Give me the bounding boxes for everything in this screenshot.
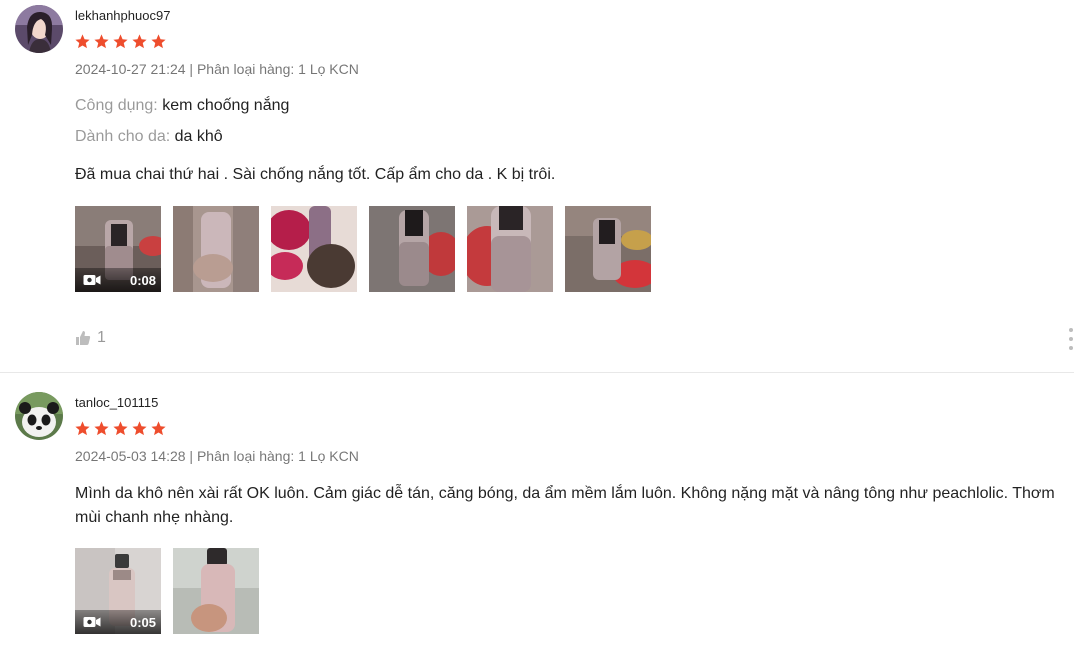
user-avatar[interactable] bbox=[15, 392, 63, 440]
review-image-thumbnail[interactable] bbox=[271, 206, 357, 292]
attribute-skin-type: Dành cho da: da khô bbox=[75, 128, 223, 146]
attribute-key: Công dụng: bbox=[75, 97, 163, 114]
video-overlay: 0:05 bbox=[75, 610, 161, 634]
star-icon bbox=[131, 33, 148, 50]
dot-icon bbox=[1069, 346, 1073, 350]
user-avatar[interactable] bbox=[15, 5, 63, 53]
review-variation: Phân loại hàng: 1 Lọ KCN bbox=[196, 448, 359, 464]
review-image-thumbnail[interactable] bbox=[173, 548, 259, 634]
review-media-list: 0:05 bbox=[75, 548, 259, 634]
star-icon bbox=[112, 33, 129, 50]
star-icon bbox=[112, 420, 129, 437]
reviewer-username[interactable]: lekhanhphuoc97 bbox=[75, 8, 170, 23]
review-meta: 2024-05-03 14:28 | Phân loại hàng: 1 Lọ … bbox=[75, 448, 359, 464]
attribute-key: Dành cho da: bbox=[75, 128, 175, 145]
review-content: Mình da khô nên xài rất OK luôn. Cảm giá… bbox=[75, 485, 1055, 526]
panda-avatar bbox=[15, 392, 63, 440]
rating-stars bbox=[74, 420, 167, 437]
review-variation: Phân loại hàng: 1 Lọ KCN bbox=[196, 61, 359, 77]
video-camera-icon bbox=[83, 617, 101, 627]
attribute-usage: Công dụng: kem choống nắng bbox=[75, 97, 289, 115]
review-media-list: 0:08 bbox=[75, 206, 651, 292]
review-divider bbox=[0, 372, 1074, 373]
more-options-button[interactable] bbox=[1067, 328, 1075, 350]
star-icon bbox=[131, 420, 148, 437]
star-icon bbox=[93, 420, 110, 437]
review-image-thumbnail[interactable] bbox=[467, 206, 553, 292]
rating-stars bbox=[74, 33, 167, 50]
video-camera-icon bbox=[83, 275, 101, 285]
review-meta: 2024-10-27 21:24 | Phân loại hàng: 1 Lọ … bbox=[75, 61, 359, 77]
meta-separator: | bbox=[185, 448, 197, 464]
review-image-thumbnail[interactable] bbox=[565, 206, 651, 292]
review-video-thumbnail[interactable]: 0:08 bbox=[75, 206, 161, 292]
reviewer-username[interactable]: tanloc_101115 bbox=[75, 395, 158, 410]
star-icon bbox=[74, 33, 91, 50]
star-icon bbox=[93, 33, 110, 50]
attribute-value: kem choống nắng bbox=[162, 97, 290, 114]
review-video-thumbnail[interactable]: 0:05 bbox=[75, 548, 161, 634]
video-duration: 0:08 bbox=[129, 272, 156, 288]
video-duration: 0:05 bbox=[129, 614, 156, 630]
like-button[interactable]: 1 bbox=[75, 329, 106, 347]
star-icon bbox=[74, 420, 91, 437]
review-datetime: 2024-10-27 21:24 bbox=[75, 61, 186, 77]
review-datetime: 2024-05-03 14:28 bbox=[75, 448, 186, 464]
like-count: 1 bbox=[97, 329, 106, 346]
attribute-value: da khô bbox=[174, 128, 223, 145]
review-content: Đã mua chai thứ hai . Sài chống nắng tốt… bbox=[75, 166, 556, 183]
review-image-thumbnail[interactable] bbox=[369, 206, 455, 292]
review-image-thumbnail[interactable] bbox=[173, 206, 259, 292]
meta-separator: | bbox=[185, 61, 197, 77]
star-icon bbox=[150, 420, 167, 437]
video-overlay: 0:08 bbox=[75, 268, 161, 292]
dot-icon bbox=[1069, 337, 1073, 341]
thumbs-up-icon bbox=[76, 331, 91, 345]
user-avatar-photo bbox=[15, 5, 63, 53]
star-icon bbox=[150, 33, 167, 50]
dot-icon bbox=[1069, 328, 1073, 332]
